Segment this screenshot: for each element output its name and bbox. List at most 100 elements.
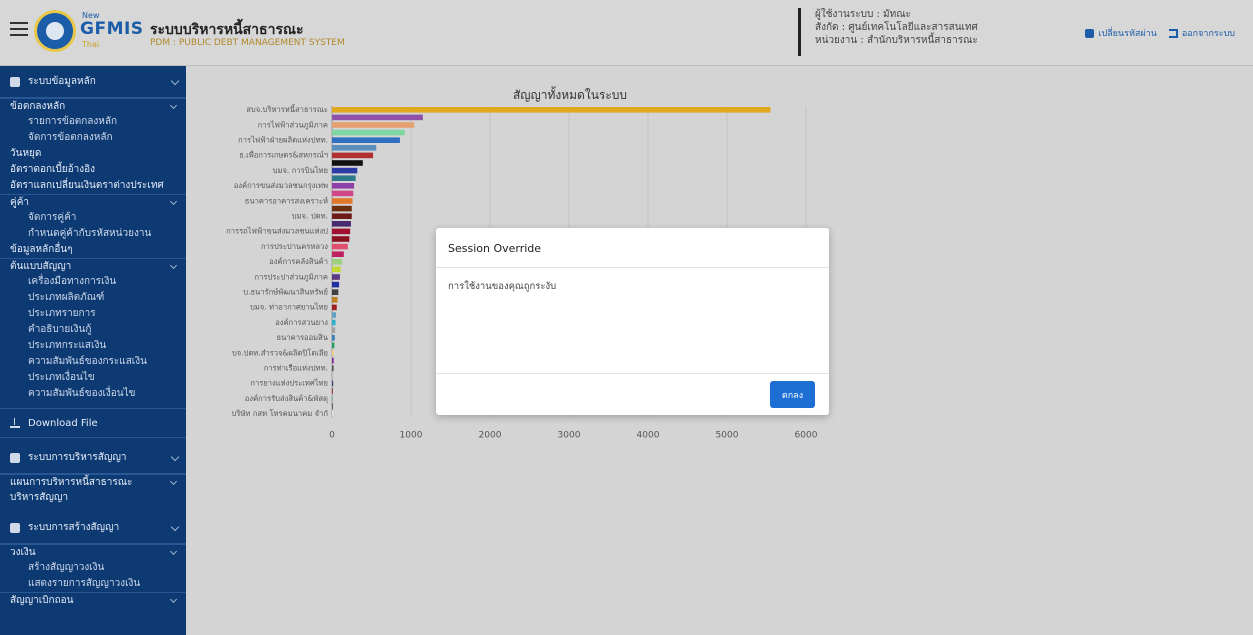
gear-icon xyxy=(10,452,20,463)
bar xyxy=(332,175,356,181)
chevron-down-icon xyxy=(169,477,178,486)
bar xyxy=(332,380,334,387)
sidebar-item[interactable]: แผนการบริหารหนี้สาธารณะ xyxy=(0,474,186,490)
y-tick-label: องค์การรับส่งสินค้า&พัสดุ xyxy=(245,394,328,403)
download-file-button[interactable]: Download File xyxy=(0,408,186,438)
sidebar-item[interactable]: ข้อตกลงหลัก xyxy=(0,98,186,114)
sidebar-item-label: ประเภทรายการ xyxy=(28,308,96,319)
sidebar-item-label: อัตราดอกเบี้ยอ้างอิง xyxy=(10,164,96,175)
chevron-down-icon xyxy=(169,197,178,206)
sidebar-item[interactable]: ความสัมพันธ์ของเงื่อนไข xyxy=(0,386,186,402)
y-tick-label: สบจ.บริหารหนี้สาธารณะ xyxy=(246,104,328,114)
sidebar-item[interactable]: ข้อมูลหลักอื่นๆ xyxy=(0,242,186,258)
sidebar-item[interactable]: แสดงรายการสัญญาวงเงิน xyxy=(0,576,186,592)
sidebar-item[interactable]: คำอธิบายเงินกู้ xyxy=(0,322,186,338)
section-label: ระบบข้อมูลหลัก xyxy=(28,76,96,87)
bar xyxy=(332,395,333,402)
bar xyxy=(332,236,350,242)
sidebar-item-label: ประเภทเงื่อนไข xyxy=(28,372,95,383)
modal-message: การใช้งานของคุณถูกระงับ xyxy=(436,268,829,374)
x-tick-label: 3000 xyxy=(558,431,581,441)
gfmis-logo: New GFMIS Thai xyxy=(34,8,143,54)
ok-button[interactable]: ตกลง xyxy=(770,381,815,408)
sidebar-section-contract-mgmt[interactable]: ระบบการบริหารสัญญา xyxy=(0,442,186,474)
sidebar-item[interactable]: กำหนดคู่ค้ากับรหัสหน่วยงาน xyxy=(0,226,186,242)
hamburger-menu-icon[interactable] xyxy=(10,22,28,38)
sidebar-item[interactable]: วันหยุด xyxy=(0,146,186,162)
sidebar-item-label: เครื่องมือทางการเงิน xyxy=(28,276,117,287)
sidebar-item[interactable]: จัดการคู่ค้า xyxy=(0,210,186,226)
y-tick-label: การยางแห่งประเทศไทย xyxy=(250,379,328,388)
sidebar-item[interactable]: วงเงิน xyxy=(0,544,186,560)
logout-icon xyxy=(1168,28,1178,38)
sidebar-item[interactable]: อัตราแลกเปลี่ยนเงินตราต่างประเทศ xyxy=(0,178,186,194)
sidebar-item[interactable]: ต้นแบบสัญญา xyxy=(0,258,186,274)
user-unit: หน่วยงาน : สำนักบริหารหนี้สาธารณะ xyxy=(815,35,978,46)
modal-title: Session Override xyxy=(436,228,829,268)
y-tick-label: องค์การสวนยาง xyxy=(275,318,328,327)
chevron-down-icon xyxy=(169,595,178,604)
y-tick-label: ธ.เพื่อการเกษตร&สหกรณ์ฯ xyxy=(239,150,328,160)
bar xyxy=(332,122,415,128)
sidebar-item[interactable]: ประเภทกระแสเงิน xyxy=(0,338,186,354)
sidebar-item-label: ต้นแบบสัญญา xyxy=(10,261,72,272)
bar xyxy=(332,403,333,409)
sidebar-item[interactable]: ประเภทเงื่อนไข xyxy=(0,370,186,386)
x-tick-label: 4000 xyxy=(637,431,660,441)
sidebar-item-label: สัญญาเบิกถอน xyxy=(10,595,74,606)
sidebar-item-label: ข้อมูลหลักอื่นๆ xyxy=(10,244,73,255)
sidebar-item-label: สร้างสัญญาวงเงิน xyxy=(28,562,105,573)
bar xyxy=(332,190,354,197)
bar xyxy=(332,335,335,341)
user-name: ผู้ใช้งานระบบ : มัทณะ xyxy=(815,9,911,20)
bar xyxy=(332,251,344,257)
sidebar-item-label: รายการข้อตกลงหลัก xyxy=(28,116,118,127)
change-password-link[interactable]: เปลี่ยนรหัสผ่าน xyxy=(1085,26,1157,40)
sidebar-item[interactable]: จัดการข้อตกลงหลัก xyxy=(0,130,186,146)
sidebar-item-label: วันหยุด xyxy=(10,148,42,159)
sidebar-item[interactable]: อัตราดอกเบี้ยอ้างอิง xyxy=(0,162,186,178)
logo-gfmis-text: GFMIS xyxy=(80,19,144,39)
sidebar-item[interactable]: สัญญาเบิกถอน xyxy=(0,592,186,608)
y-tick-label: บมจ. ท่าอากาศยานไทย xyxy=(250,303,328,312)
logout-link[interactable]: ออกจากระบบ xyxy=(1168,26,1235,40)
y-tick-label: การประปาส่วนภูมิภาค xyxy=(255,272,328,281)
y-tick-label: ธนาคารอาคารสงเคราะห์ xyxy=(245,196,328,205)
sidebar-section-master-data[interactable]: ระบบข้อมูลหลัก xyxy=(0,66,186,98)
bar xyxy=(332,281,340,288)
sidebar-item-label: ความสัมพันธ์ของเงื่อนไข xyxy=(28,388,136,399)
sidebar-section-contract-create[interactable]: ระบบการสร้างสัญญา xyxy=(0,512,186,544)
sidebar-item[interactable]: สร้างสัญญาวงเงิน xyxy=(0,560,186,576)
change-password-label: เปลี่ยนรหัสผ่าน xyxy=(1098,29,1157,39)
sidebar-item[interactable]: ความสัมพันธ์ของกระแสเงิน xyxy=(0,354,186,370)
download-icon xyxy=(10,418,20,428)
sidebar-item[interactable]: ประเภทผลิตภัณฑ์ xyxy=(0,290,186,306)
y-tick-label: การท่าเรือแห่งปทท. xyxy=(264,364,328,373)
sidebar-item-label: จัดการคู่ค้า xyxy=(28,212,77,223)
download-label: Download File xyxy=(28,417,98,429)
sidebar-item[interactable]: บริหารสัญญา xyxy=(0,490,186,506)
system-subtitle: PDM : PUBLIC DEBT MANAGEMENT SYSTEM xyxy=(150,38,345,48)
user-affiliation: สังกัด : ศูนย์เทคโนโลยีและสารสนเทศ xyxy=(815,22,978,33)
sidebar-item-label: จัดการข้อตกลงหลัก xyxy=(28,132,113,143)
modal-footer: ตกลง xyxy=(436,374,829,415)
bar xyxy=(332,304,337,311)
sidebar-item-label: อัตราแลกเปลี่ยนเงินตราต่างประเทศ xyxy=(10,180,164,191)
sidebar-item-label: กำหนดคู่ค้ากับรหัสหน่วยงาน xyxy=(28,228,152,239)
logo-emblem xyxy=(34,10,76,52)
x-tick-label: 6000 xyxy=(795,431,818,441)
logout-label: ออกจากระบบ xyxy=(1181,29,1235,39)
y-tick-label: การรถไฟฟ้าขนส่งมวลชนแห่งป xyxy=(226,227,328,236)
bar xyxy=(332,221,351,227)
sidebar-item[interactable]: เครื่องมือทางการเงิน xyxy=(0,274,186,290)
sidebar-item-label: คู่ค้า xyxy=(10,197,29,208)
sidebar-item[interactable]: คู่ค้า xyxy=(0,194,186,210)
bar xyxy=(332,129,405,136)
top-links: เปลี่ยนรหัสผ่าน ออกจากระบบ xyxy=(1085,26,1235,40)
bar xyxy=(332,327,336,333)
x-tick-label: 2000 xyxy=(479,431,502,441)
bar xyxy=(332,350,334,356)
sidebar-item[interactable]: ประเภทรายการ xyxy=(0,306,186,322)
sidebar-item[interactable]: รายการข้อตกลงหลัก xyxy=(0,114,186,130)
bar xyxy=(332,183,355,189)
